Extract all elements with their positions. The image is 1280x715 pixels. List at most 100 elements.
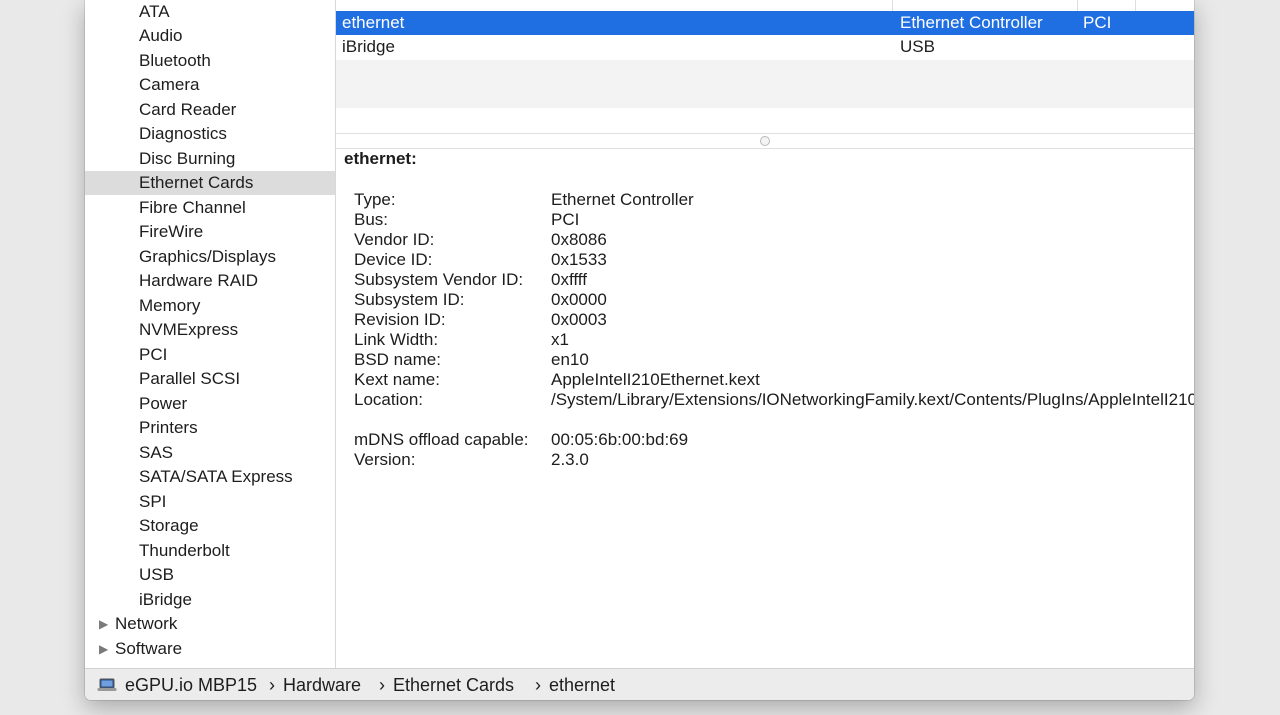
sidebar-item-label: Disc Burning [139,149,236,168]
sidebar-item-label: NVMExpress [139,320,239,339]
sidebar-item-fibre-channel[interactable]: Fibre Channel [85,196,335,220]
sidebar-item-label: Fibre Channel [139,198,246,217]
sidebar-item-label: Storage [139,516,199,535]
laptop-icon [97,678,117,691]
property-value: 0x0000 [551,290,607,309]
sidebar-item-label: Memory [139,296,201,315]
property-value: x1 [551,330,569,349]
property-value: 2.3.0 [551,450,589,469]
device-row-ibridge[interactable]: iBridge USB [336,35,1194,59]
sidebar-item-sata[interactable]: SATA/SATA Express [85,465,335,489]
device-type: Ethernet Controller [900,13,1043,32]
sidebar-item-card-reader[interactable]: Card Reader [85,98,335,122]
sidebar-item-label: ATA [139,2,170,21]
property-value: 0x8086 [551,230,607,249]
property-key: Vendor ID: [354,230,435,249]
path-item[interactable]: Ethernet Cards [393,669,514,700]
sidebar-item-label: Parallel SCSI [139,369,241,388]
sidebar-item-camera[interactable]: Camera [85,73,335,97]
sidebar-item-nvmexpress[interactable]: NVMExpress [85,318,335,342]
sidebar-item-label: Printers [139,418,198,437]
sidebar-group-label: Software [115,639,183,658]
sidebar-item-power[interactable]: Power [85,392,335,416]
path-item[interactable]: Hardware [283,669,361,700]
sidebar-item-label: USB [139,565,174,584]
sidebar-item-disc-burning[interactable]: Disc Burning [85,147,335,171]
path-separator: › [269,675,275,695]
system-information-window: ATA Audio Bluetooth Camera Card Reader D… [85,0,1194,700]
split-view-divider[interactable] [336,133,1194,149]
sidebar-item-label: Card Reader [139,100,237,119]
property-key: Revision ID: [354,310,446,329]
path-separator: › [379,675,385,695]
sidebar-group-software[interactable]: ▶ Software [85,637,335,661]
disclosure-triangle-icon[interactable]: ▶ [99,612,108,636]
device-row-ethernet[interactable]: ethernet Ethernet Controller PCI [336,11,1194,35]
property-key: Link Width: [354,330,439,349]
property-value: PCI [551,210,580,229]
property-value: AppleIntelI210Ethernet.kext [551,370,760,389]
sidebar-item-graphics-displays[interactable]: Graphics/Displays [85,245,335,269]
sidebar-item-label: Bluetooth [139,51,211,70]
property-key: Type: [354,190,396,209]
property-key: BSD name: [354,350,441,369]
sidebar-item-label: Camera [139,75,200,94]
sidebar-group-network[interactable]: ▶ Network [85,612,335,636]
sidebar-item-audio[interactable]: Audio [85,24,335,48]
sidebar-item-usb[interactable]: USB [85,563,335,587]
sidebar-item-label: SAS [139,443,174,462]
main-pane: ethernet Ethernet Controller PCI iBridge… [336,0,1194,668]
sidebar-item-label: Thunderbolt [139,541,230,560]
sidebar-item-label: Power [139,394,188,413]
property-key: Subsystem Vendor ID: [354,270,524,289]
sidebar-item-thunderbolt[interactable]: Thunderbolt [85,539,335,563]
sidebar: ATA Audio Bluetooth Camera Card Reader D… [85,0,336,668]
sidebar-item-label: Graphics/Displays [139,247,276,266]
device-name: ethernet [342,13,405,32]
sidebar-item-ethernet-cards[interactable]: Ethernet Cards [85,171,335,195]
property-value: 0xffff [551,270,587,289]
property-key: Bus: [354,210,389,229]
sidebar-item-label: Audio [139,26,183,45]
split-handle-icon[interactable] [760,136,770,146]
detail-pane: ethernet: Type: Ethernet Controller Bus:… [336,148,1194,668]
sidebar-item-spi[interactable]: SPI [85,490,335,514]
sidebar-item-label: Diagnostics [139,124,227,143]
property-value: 00:05:6b:00:bd:69 [551,430,689,449]
empty-row [336,84,1194,108]
path-item[interactable]: eGPU.io MBP15 [125,669,257,700]
property-value: Ethernet Controller [551,190,694,209]
sidebar-item-firewire[interactable]: FireWire [85,220,335,244]
device-name: iBridge [342,37,395,56]
empty-row [336,60,1194,84]
property-value: /System/Library/Extensions/IONetworkingF… [551,390,1194,409]
property-key: Location: [354,390,423,409]
sidebar-item-label: SPI [139,492,167,511]
sidebar-item-diagnostics[interactable]: Diagnostics [85,122,335,146]
device-bus: PCI [1083,13,1112,32]
disclosure-triangle-icon[interactable]: ▶ [99,637,108,661]
sidebar-item-hardware-raid[interactable]: Hardware RAID [85,269,335,293]
sidebar-item-memory[interactable]: Memory [85,294,335,318]
sidebar-item-ata[interactable]: ATA [85,0,335,24]
sidebar-item-label: Ethernet Cards [139,173,254,192]
sidebar-item-pci[interactable]: PCI [85,343,335,367]
property-value: 0x1533 [551,250,607,269]
property-key: mDNS offload capable: [354,430,529,449]
sidebar-item-label: FireWire [139,222,204,241]
sidebar-item-sas[interactable]: SAS [85,441,335,465]
sidebar-item-bluetooth[interactable]: Bluetooth [85,49,335,73]
sidebar-item-label: Hardware RAID [139,271,259,290]
sidebar-item-parallel-scsi[interactable]: Parallel SCSI [85,367,335,391]
sidebar-item-ibridge[interactable]: iBridge [85,588,335,612]
property-value: 0x0003 [551,310,607,329]
sidebar-item-printers[interactable]: Printers [85,416,335,440]
path-separator: › [535,675,541,695]
property-key: Kext name: [354,370,440,389]
property-key: Subsystem ID: [354,290,465,309]
path-item[interactable]: ethernet [549,669,615,700]
property-key: Version: [354,450,416,469]
sidebar-item-storage[interactable]: Storage [85,514,335,538]
sidebar-item-label: SATA/SATA Express [139,467,293,486]
property-value: en10 [551,350,589,369]
